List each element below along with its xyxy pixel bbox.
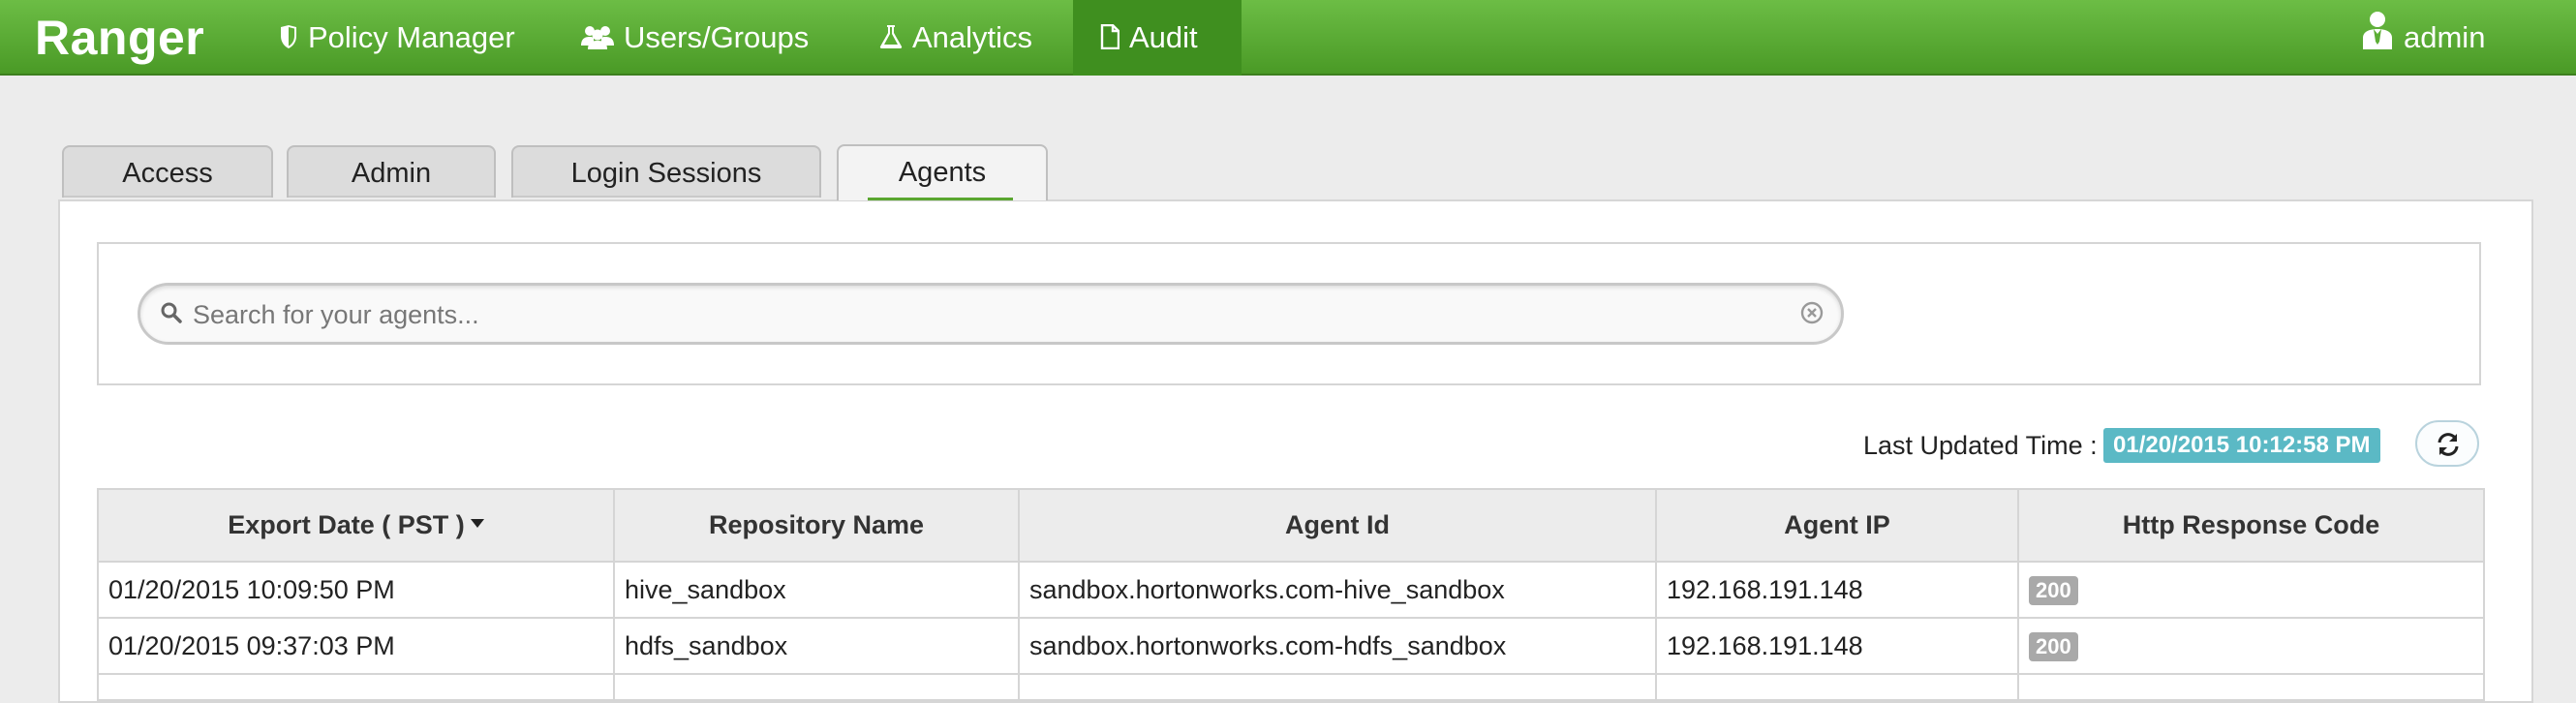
refresh-icon — [2438, 433, 2459, 456]
nav-label: Users/Groups — [624, 20, 810, 54]
cell-agent-ip: 192.168.191.148 — [1656, 562, 2019, 619]
users-icon — [581, 2, 614, 77]
refresh-button[interactable] — [2415, 420, 2479, 467]
table-header-row: Export Date ( PST ) Repository Name Agen… — [99, 490, 2483, 563]
table-row: 01/20/2015 10:09:50 PM hive_sandbox sand… — [99, 562, 2483, 619]
cell-empty — [99, 674, 615, 699]
cell-export-date: 01/20/2015 10:09:50 PM — [99, 562, 615, 619]
last-updated-badge: 01/20/2015 10:12:58 PM — [2103, 428, 2380, 463]
column-header-export-date[interactable]: Export Date ( PST ) — [99, 490, 615, 563]
cell-http-response-code: 200 — [2018, 562, 2483, 619]
cell-repository-name: hive_sandbox — [614, 562, 1020, 619]
cell-empty — [2018, 674, 2483, 699]
cell-empty — [1656, 674, 2019, 699]
clear-search-icon[interactable] — [1800, 301, 1824, 329]
nav-policy-manager[interactable]: Policy Manager — [252, 0, 542, 76]
sort-desc-icon — [470, 504, 484, 535]
user-name: admin — [2404, 20, 2486, 54]
cell-agent-ip: 192.168.191.148 — [1656, 618, 2019, 675]
table-row — [99, 674, 2483, 699]
cell-export-date: 01/20/2015 09:37:03 PM — [99, 618, 615, 675]
column-header-agent-id[interactable]: Agent Id — [1019, 490, 1657, 563]
column-label: Export Date ( PST ) — [228, 510, 465, 539]
tab-label: Access — [122, 158, 213, 189]
cell-agent-id: sandbox.hortonworks.com-hdfs_sandbox — [1019, 618, 1657, 675]
nav-analytics[interactable]: Analytics — [852, 0, 1059, 76]
cell-agent-id: sandbox.hortonworks.com-hive_sandbox — [1019, 562, 1657, 619]
table-row: 01/20/2015 09:37:03 PM hdfs_sandbox sand… — [99, 618, 2483, 675]
brand-logo[interactable]: Ranger — [35, 6, 204, 70]
column-header-repository-name[interactable]: Repository Name — [614, 490, 1020, 563]
tab-label: Agents — [898, 157, 987, 188]
active-tab-indicator — [868, 198, 1013, 200]
file-icon — [1100, 2, 1120, 77]
column-header-agent-ip[interactable]: Agent IP — [1656, 490, 2019, 563]
response-code-badge: 200 — [2029, 576, 2078, 605]
nav-users-groups[interactable]: Users/Groups — [554, 0, 836, 76]
tab-access[interactable]: Access — [62, 145, 273, 198]
tab-admin[interactable]: Admin — [287, 145, 496, 198]
last-updated-label: Last Updated Time : — [1863, 431, 2098, 460]
nav-audit[interactable]: Audit — [1073, 0, 1242, 76]
user-icon — [2361, 2, 2394, 77]
user-menu[interactable]: admin — [2334, 0, 2512, 76]
tab-agents[interactable]: Agents — [837, 144, 1048, 200]
nav-label: Audit — [1129, 20, 1198, 54]
cell-empty — [1019, 674, 1657, 699]
search-bar[interactable] — [138, 283, 1844, 345]
top-navbar: Ranger Policy Manager Users/Groups Analy… — [0, 0, 2576, 76]
cell-http-response-code: 200 — [2018, 618, 2483, 675]
tab-label: Admin — [351, 158, 432, 189]
tab-label: Login Sessions — [570, 158, 762, 189]
shield-icon — [279, 2, 298, 77]
search-input[interactable] — [191, 293, 1744, 336]
column-header-http-response-code[interactable]: Http Response Code — [2018, 490, 2483, 563]
cell-repository-name: hdfs_sandbox — [614, 618, 1020, 675]
tab-login-sessions[interactable]: Login Sessions — [511, 145, 821, 198]
agents-table: Export Date ( PST ) Repository Name Agen… — [97, 488, 2485, 701]
nav-label: Analytics — [912, 20, 1033, 54]
nav-label: Policy Manager — [308, 20, 515, 54]
flask-icon — [879, 2, 903, 77]
response-code-badge: 200 — [2029, 632, 2078, 661]
search-icon — [160, 301, 183, 329]
cell-empty — [614, 674, 1020, 699]
